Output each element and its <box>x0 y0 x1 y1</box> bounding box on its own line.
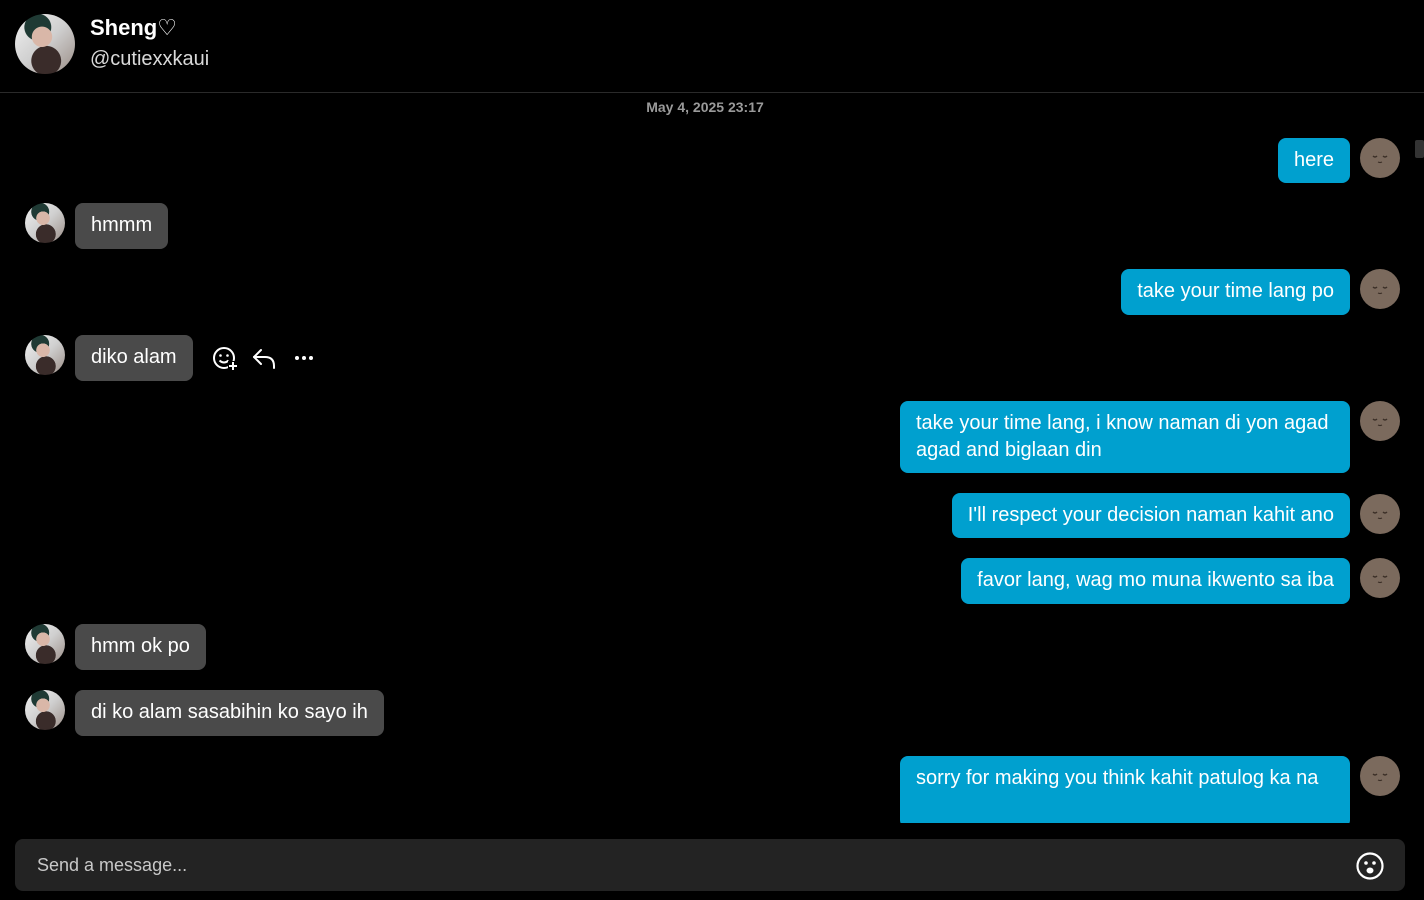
message-bubble-received[interactable]: di ko alam sasabihin ko sayo ih <box>75 690 384 736</box>
message-bubble-sent[interactable]: here <box>1277 138 1350 183</box>
message-bubble-received[interactable]: hmmm <box>75 203 169 249</box>
message-bubble-sent[interactable]: take your time lang po <box>1121 269 1350 315</box>
message-input[interactable] <box>15 839 1335 891</box>
my-avatar[interactable] <box>1360 269 1400 309</box>
message-bubble-sent[interactable]: favor lang, wag mo muna ikwento sa iba <box>961 558 1350 604</box>
sleepy-face-icon <box>1372 575 1388 584</box>
sleepy-face-icon <box>1372 418 1388 427</box>
my-avatar[interactable] <box>1360 138 1400 178</box>
chat-window: Sheng♡ @cutiexxkaui May 4, 2025 23:17 he… <box>0 0 1424 900</box>
message-bubble-sent[interactable]: I'll respect your decision naman kahit a… <box>951 493 1350 538</box>
message-composer <box>15 839 1405 891</box>
my-avatar[interactable] <box>1360 558 1400 598</box>
contact-name[interactable]: Sheng♡ <box>90 15 177 41</box>
add-reaction-icon[interactable] <box>210 342 240 374</box>
contact-handle[interactable]: @cutiexxkaui <box>90 48 209 71</box>
scrollbar-thumb[interactable] <box>1415 140 1424 158</box>
emoji-icon[interactable] <box>1355 851 1385 881</box>
sleepy-face-icon <box>1372 286 1388 295</box>
contact-avatar[interactable] <box>15 14 75 74</box>
contact-avatar-small[interactable] <box>25 335 65 375</box>
message-list[interactable]: here hmmm take your time lang po diko al… <box>0 96 1424 823</box>
message-bubble-received[interactable]: diko alam <box>75 335 193 381</box>
my-avatar[interactable] <box>1360 756 1400 796</box>
contact-avatar-small[interactable] <box>25 624 65 664</box>
my-avatar[interactable] <box>1360 401 1400 441</box>
contact-avatar-small[interactable] <box>25 690 65 730</box>
my-avatar[interactable] <box>1360 494 1400 534</box>
more-options-icon[interactable] <box>290 342 320 374</box>
sleepy-face-icon <box>1372 511 1388 520</box>
message-bubble-received[interactable]: hmm ok po <box>75 624 206 670</box>
chat-header: Sheng♡ @cutiexxkaui <box>0 0 1424 93</box>
message-bubble-sent[interactable]: take your time lang, i know naman di yon… <box>900 401 1350 473</box>
reply-icon[interactable] <box>250 342 280 374</box>
sleepy-face-icon <box>1372 773 1388 782</box>
contact-avatar-small[interactable] <box>25 203 65 243</box>
message-bubble-sent[interactable]: sorry for making you think kahit patulog… <box>900 756 1350 823</box>
sleepy-face-icon <box>1372 155 1388 164</box>
